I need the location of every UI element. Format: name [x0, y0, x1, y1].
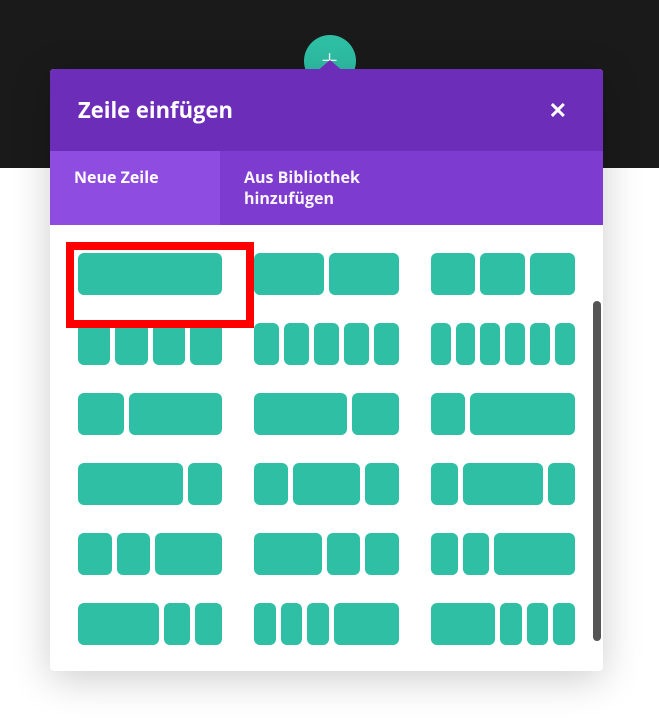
modal-tabs: Neue Zeile Aus Bibliothek hinzufügen [50, 151, 603, 225]
layout-column [190, 323, 222, 365]
layout-column [505, 323, 525, 365]
layout-6-col[interactable] [431, 323, 575, 365]
layout-column [254, 253, 324, 295]
layout-3-5-1-5-1-5[interactable] [78, 603, 222, 645]
layout-1-6-1-6-1-6-1-2[interactable] [254, 603, 398, 645]
layout-column [530, 253, 575, 295]
layout-4-col[interactable] [78, 323, 222, 365]
layout-column [164, 603, 191, 645]
layout-3-col[interactable] [431, 253, 575, 295]
layout-column [494, 533, 575, 575]
layout-column [293, 463, 360, 505]
scrollbar-thumb[interactable] [593, 301, 601, 641]
layout-column [553, 603, 575, 645]
layout-1-4-1-4-1-2[interactable] [78, 533, 222, 575]
layout-1-2-1-6-1-6-1-6[interactable] [431, 603, 575, 645]
insert-row-modal: Zeile einfügen ✕ Neue Zeile Aus Biblioth… [50, 69, 603, 671]
layout-1-4-1-2-1-4[interactable] [254, 463, 398, 505]
close-button[interactable]: ✕ [541, 91, 575, 129]
layout-column [284, 323, 309, 365]
layout-column [530, 323, 550, 365]
layout-column [374, 323, 399, 365]
modal-header: Zeile einfügen ✕ [50, 69, 603, 151]
tab-from-library[interactable]: Aus Bibliothek hinzufügen [220, 151, 390, 225]
layout-column [78, 533, 112, 575]
layout-column [431, 603, 496, 645]
layout-column [115, 323, 147, 365]
layout-column [307, 603, 329, 645]
layout-column [129, 393, 222, 435]
layout-column [254, 533, 321, 575]
layout-column [195, 603, 222, 645]
layout-column [344, 323, 369, 365]
layout-column [254, 393, 347, 435]
layout-column [456, 323, 476, 365]
layout-column [327, 533, 361, 575]
layout-column [431, 463, 458, 505]
modal-title: Zeile einfügen [78, 95, 233, 125]
layouts-grid [78, 253, 575, 645]
layout-1-col[interactable] [78, 253, 222, 295]
layout-column [463, 533, 490, 575]
layout-column [470, 393, 575, 435]
layout-column [352, 393, 398, 435]
layout-column [334, 603, 399, 645]
layout-column [153, 323, 185, 365]
layout-1-5-1-5-3-5[interactable] [431, 533, 575, 575]
layout-column [431, 533, 458, 575]
layout-2-col[interactable] [254, 253, 398, 295]
layout-column [431, 253, 476, 295]
layout-column [155, 533, 222, 575]
layout-1-4-3-4[interactable] [431, 393, 575, 435]
layout-column [431, 393, 466, 435]
modal-arrow [316, 60, 344, 72]
layout-column [314, 323, 339, 365]
layout-column [254, 603, 276, 645]
layout-5-col[interactable] [254, 323, 398, 365]
layout-column [281, 603, 303, 645]
layout-2-3-1-3[interactable] [254, 393, 398, 435]
layout-column [117, 533, 151, 575]
layout-column [78, 603, 159, 645]
layout-column [254, 463, 288, 505]
layout-column [463, 463, 544, 505]
layout-column [480, 253, 525, 295]
layout-column [365, 533, 399, 575]
layout-column [78, 393, 124, 435]
layout-column [254, 323, 279, 365]
layouts-panel [50, 225, 603, 671]
layout-1-5-3-5-1-5[interactable] [431, 463, 575, 505]
layout-column [78, 463, 183, 505]
tab-new-row[interactable]: Neue Zeile [50, 151, 220, 225]
layout-column [188, 463, 223, 505]
layout-column [329, 253, 399, 295]
layout-column [500, 603, 522, 645]
layout-column [548, 463, 575, 505]
layout-3-4-1-4[interactable] [78, 463, 222, 505]
layout-column [555, 323, 575, 365]
layout-column [78, 323, 110, 365]
layout-column [78, 253, 222, 295]
layout-1-3-2-3[interactable] [78, 393, 222, 435]
close-icon: ✕ [549, 95, 567, 125]
layout-1-2-1-4-1-4[interactable] [254, 533, 398, 575]
layout-column [431, 323, 451, 365]
layout-column [480, 323, 500, 365]
layout-column [365, 463, 399, 505]
layout-column [527, 603, 549, 645]
